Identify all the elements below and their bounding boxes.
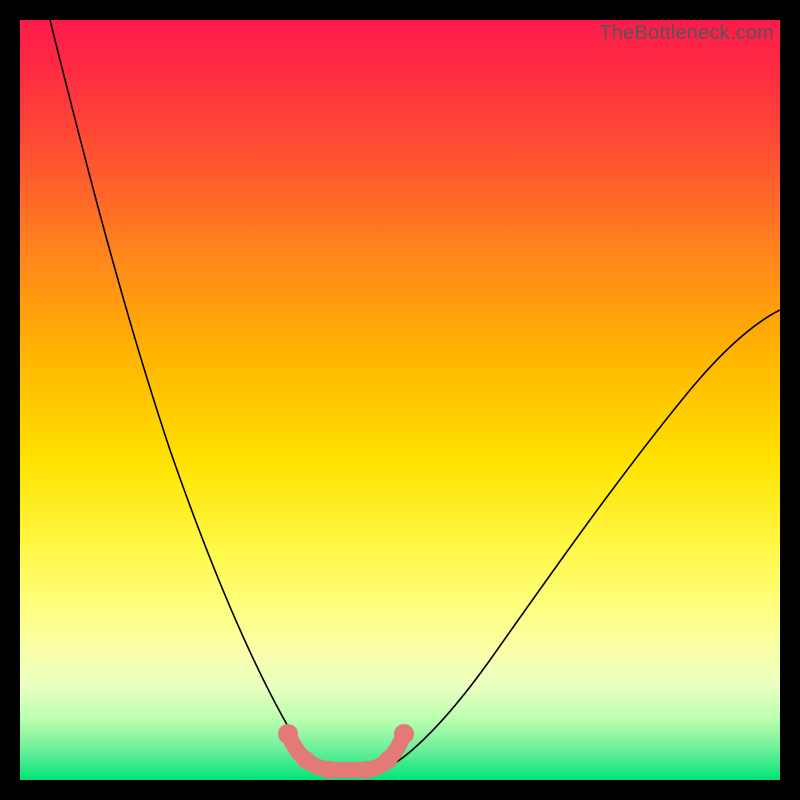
optimal-region-bump-4: [379, 751, 397, 769]
optimal-region-bump-3: [357, 761, 375, 779]
chart-svg: [20, 20, 780, 780]
chart-frame: TheBottleneck.com: [10, 10, 790, 790]
curve-left-branch: [50, 20, 330, 770]
curve-right-branch: [380, 310, 780, 770]
optimal-region-bump-2: [321, 761, 339, 779]
chart-plot-area: TheBottleneck.com: [20, 20, 780, 780]
optimal-region-bump-1: [297, 751, 315, 769]
